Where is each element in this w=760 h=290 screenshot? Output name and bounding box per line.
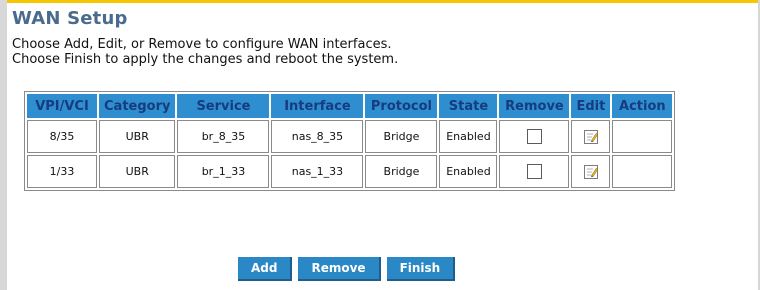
cell-edit <box>571 120 611 153</box>
header-service: Service <box>177 94 270 118</box>
cell-action <box>612 155 673 188</box>
cell-vpi-vci: 8/35 <box>27 120 97 153</box>
cell-interface: nas_8_35 <box>271 120 364 153</box>
cell-service: br_1_33 <box>177 155 270 188</box>
cell-category: UBR <box>99 155 176 188</box>
description-line-1: Choose Add, Edit, or Remove to configure… <box>12 37 392 52</box>
cell-interface: nas_1_33 <box>271 155 364 188</box>
header-category: Category <box>99 94 176 118</box>
table-row: 1/33 UBR br_1_33 nas_1_33 Bridge Enabled <box>27 155 673 188</box>
finish-button[interactable]: Finish <box>386 257 456 281</box>
top-accent-line <box>0 0 760 3</box>
action-buttons: Add Remove Finish <box>238 257 456 281</box>
cell-remove <box>499 120 570 153</box>
header-state: State <box>439 94 498 118</box>
header-protocol: Protocol <box>365 94 438 118</box>
description-line-2: Choose Finish to apply the changes and r… <box>12 52 399 67</box>
page-title: WAN Setup <box>12 8 128 29</box>
cell-protocol: Bridge <box>365 120 438 153</box>
remove-checkbox[interactable] <box>526 129 542 144</box>
add-button[interactable]: Add <box>238 257 293 281</box>
cell-state: Enabled <box>439 120 498 153</box>
cell-service: br_8_35 <box>177 120 270 153</box>
table-header-row: VPI/VCI Category Service Interface Proto… <box>27 94 673 118</box>
remove-checkbox[interactable] <box>526 164 542 179</box>
edit-icon[interactable] <box>583 129 599 145</box>
header-remove: Remove <box>499 94 570 118</box>
cell-state: Enabled <box>439 155 498 188</box>
header-action: Action <box>612 94 673 118</box>
table-row: 8/35 UBR br_8_35 nas_8_35 Bridge Enabled <box>27 120 673 153</box>
wan-interfaces-table: VPI/VCI Category Service Interface Proto… <box>24 91 676 191</box>
cell-protocol: Bridge <box>365 155 438 188</box>
cell-category: UBR <box>99 120 176 153</box>
header-interface: Interface <box>271 94 364 118</box>
cell-remove <box>499 155 570 188</box>
cell-edit <box>571 155 611 188</box>
cell-action <box>612 120 673 153</box>
cell-vpi-vci: 1/33 <box>27 155 97 188</box>
header-vpi-vci: VPI/VCI <box>27 94 97 118</box>
page-description: Choose Add, Edit, or Remove to configure… <box>12 37 756 67</box>
header-edit: Edit <box>571 94 611 118</box>
edit-icon[interactable] <box>583 164 599 180</box>
left-frame-border <box>0 0 7 290</box>
remove-button[interactable]: Remove <box>298 257 381 281</box>
